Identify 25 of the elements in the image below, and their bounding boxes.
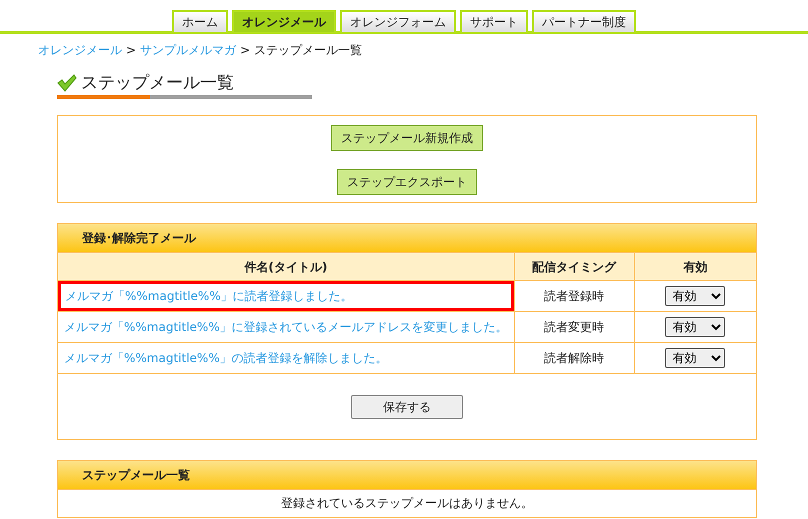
breadcrumb-separator: > — [126, 42, 136, 59]
page-title: ステップメール一覧 — [81, 73, 234, 94]
nav-tab[interactable]: パートナー制度 — [532, 10, 636, 32]
breadcrumb-separator: > — [240, 42, 250, 59]
save-button[interactable]: 保存する — [351, 394, 463, 419]
column-header: 配信タイミング — [514, 253, 634, 280]
breadcrumb-current: ステップメール一覧 — [254, 42, 362, 59]
empty-message: 登録されているステップメールはありません。 — [281, 496, 533, 510]
nav-tab[interactable]: ホーム — [172, 10, 228, 32]
timing-cell: 読者解除時 — [514, 342, 634, 374]
action-button[interactable]: ステップエクスポート — [337, 169, 477, 196]
panel-header: ステップメール一覧 — [58, 460, 756, 490]
enabled-select[interactable]: 有効 — [665, 348, 726, 368]
timing-cell: 読者登録時 — [514, 280, 634, 312]
nav-tab[interactable]: オレンジメール — [232, 10, 336, 32]
enabled-select[interactable]: 有効 — [665, 316, 726, 337]
timing-cell: 読者変更時 — [514, 311, 634, 342]
nav-tab[interactable]: サポート — [460, 10, 528, 32]
check-icon — [57, 74, 77, 92]
nav-tab[interactable]: オレンジフォーム — [340, 10, 456, 32]
column-header: 件名(タイトル) — [58, 253, 514, 280]
column-header: 有効 — [634, 253, 756, 280]
action-button[interactable]: ステップメール新規作成 — [331, 125, 483, 152]
panel-header: 登録･解除完了メール — [58, 224, 756, 254]
enabled-select[interactable]: 有効 — [665, 286, 726, 306]
